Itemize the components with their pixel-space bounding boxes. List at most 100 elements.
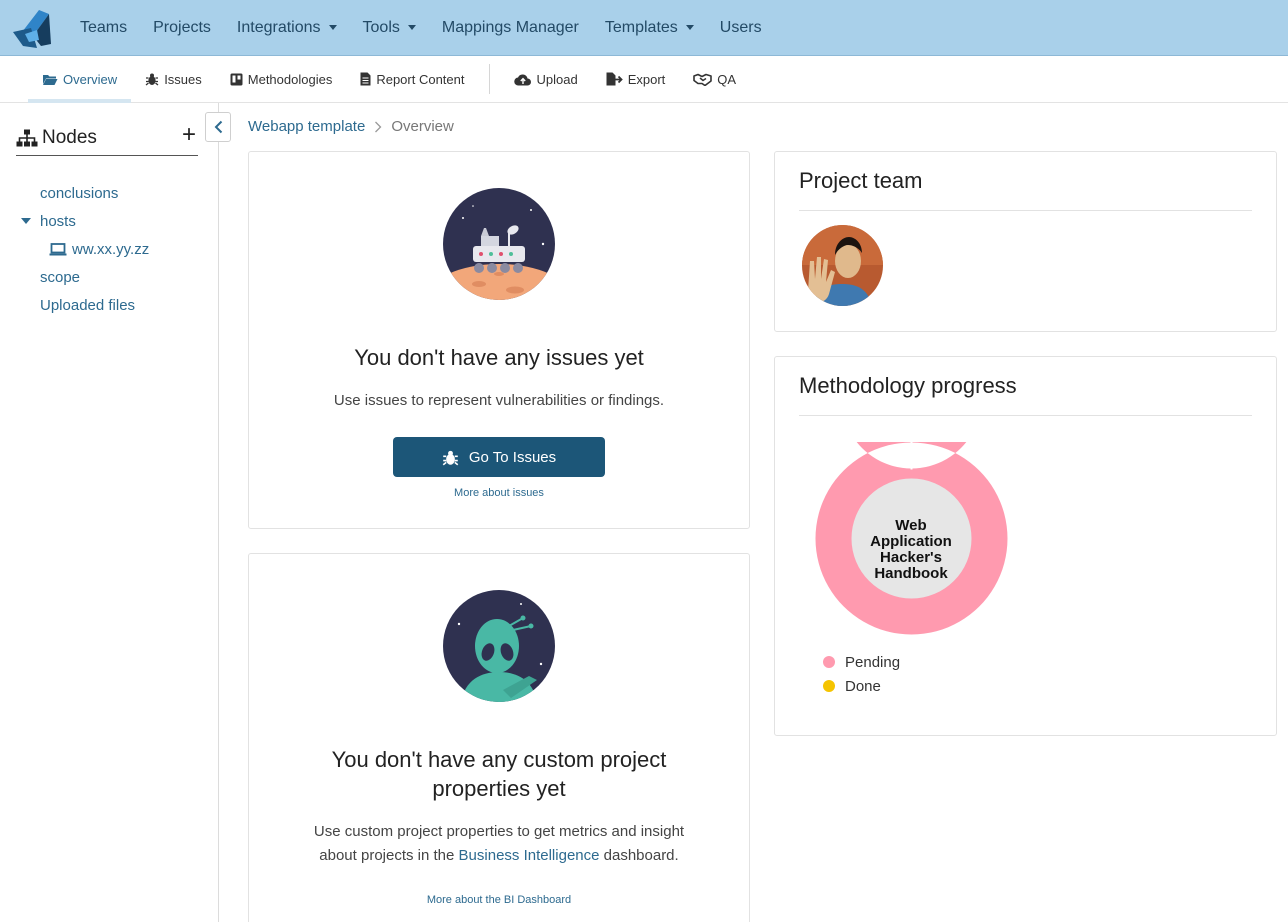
tab-label: Export xyxy=(627,71,666,87)
breadcrumb-project-link[interactable]: Webapp template xyxy=(248,118,365,135)
bug-icon xyxy=(442,450,459,465)
tab-issues[interactable]: Issues xyxy=(131,56,216,103)
folder-open-icon xyxy=(43,74,58,85)
methodology-progress-title: Methodology progress xyxy=(799,373,1252,416)
nodes-sidebar: Nodes + conclusions hosts ww.xx.yy.zz sc… xyxy=(0,103,219,922)
project-subnav: Overview Issues Methodologies Report Con… xyxy=(0,56,1288,103)
nav-templates-dropdown[interactable]: Templates xyxy=(605,19,694,37)
issues-empty-text: Use issues to represent vulnerabilities … xyxy=(333,392,665,409)
bug-icon xyxy=(145,73,159,86)
legend-dot xyxy=(823,680,835,692)
tab-report-content[interactable]: Report Content xyxy=(346,56,478,103)
tab-export[interactable]: Export xyxy=(592,56,680,103)
tab-qa[interactable]: QA xyxy=(679,56,750,103)
tab-label: Methodologies xyxy=(247,71,333,87)
text-fragment: about projects in the xyxy=(319,847,459,864)
rover-illustration xyxy=(443,188,555,300)
center-label-line: Hacker's xyxy=(880,549,942,566)
go-to-issues-button[interactable]: Go To Issues xyxy=(393,437,605,477)
laptop-icon xyxy=(49,242,67,255)
methodology-progress-card: Methodology progress Web Application Hac… xyxy=(774,356,1277,736)
project-team-card: Project team xyxy=(774,151,1277,332)
node-label: ww.xx.yy.zz xyxy=(72,240,150,258)
sitemap-icon xyxy=(16,129,38,147)
tab-label: QA xyxy=(717,71,737,87)
alien-illustration xyxy=(443,590,555,702)
properties-empty-title-line2: properties yet xyxy=(432,776,566,801)
breadcrumb-current: Overview xyxy=(391,118,454,135)
tree-node-uploaded-files[interactable]: Uploaded files xyxy=(0,291,219,319)
nav-label: Tools xyxy=(362,18,400,36)
caret-down-icon xyxy=(685,25,694,30)
breadcrumb: Webapp template Overview xyxy=(248,118,454,135)
chevron-left-icon xyxy=(214,120,222,134)
button-label: Go To Issues xyxy=(468,448,557,466)
tab-methodologies[interactable]: Methodologies xyxy=(216,56,347,103)
add-node-button[interactable]: + xyxy=(182,123,196,147)
nav-users[interactable]: Users xyxy=(720,19,762,37)
export-icon xyxy=(606,72,623,86)
nav-projects[interactable]: Projects xyxy=(153,19,211,37)
chart-legend: Pending Done xyxy=(823,650,900,698)
node-label: conclusions xyxy=(40,184,119,202)
center-label-line: Application xyxy=(870,533,952,550)
project-team-title: Project team xyxy=(799,168,1252,211)
tree-node-hosts[interactable]: hosts xyxy=(0,207,219,235)
more-about-bi-dashboard-link[interactable]: More about the BI Dashboard xyxy=(249,894,749,906)
tree-node-scope[interactable]: scope xyxy=(0,263,219,291)
subnav-divider xyxy=(488,64,490,94)
node-label: hosts xyxy=(40,212,76,230)
tab-label: Overview xyxy=(63,71,118,87)
tree-node-host[interactable]: ww.xx.yy.zz xyxy=(0,235,219,263)
team-member-avatar[interactable] xyxy=(802,225,883,306)
tab-label: Upload xyxy=(536,71,578,87)
custom-properties-empty-card: You don't have any custom project proper… xyxy=(248,553,750,922)
tab-upload[interactable]: Upload xyxy=(500,56,592,103)
more-about-issues-link[interactable]: More about issues xyxy=(249,487,749,499)
nav-label: Integrations xyxy=(236,18,321,36)
board-icon xyxy=(230,73,243,85)
legend-dot xyxy=(823,656,835,668)
node-tree: conclusions hosts ww.xx.yy.zz scope Uplo… xyxy=(0,179,219,319)
tab-label: Issues xyxy=(164,71,202,87)
tab-label: Report Content xyxy=(376,71,465,87)
node-label: Uploaded files xyxy=(40,296,136,314)
properties-empty-text-line2: about projects in the Business Intellige… xyxy=(249,844,749,868)
nav-label: Users xyxy=(719,18,762,36)
node-label: scope xyxy=(40,268,81,286)
app-logo[interactable] xyxy=(0,0,64,56)
handshake-icon xyxy=(693,73,713,86)
properties-empty-text-line1: Use custom project properties to get met… xyxy=(313,823,685,840)
nav-teams[interactable]: Teams xyxy=(80,19,127,37)
chevron-right-icon xyxy=(374,121,382,133)
business-intelligence-link[interactable]: Business Intelligence xyxy=(459,847,600,864)
nav-label: Mappings Manager xyxy=(441,18,579,36)
nav-label: Projects xyxy=(153,18,211,36)
nav-integrations-dropdown[interactable]: Integrations xyxy=(237,19,337,37)
nav-tools-dropdown[interactable]: Tools xyxy=(363,19,416,37)
center-label-line: Handbook xyxy=(874,565,948,582)
collapse-sidebar-button[interactable] xyxy=(205,112,231,142)
donut-center-label: Web Application Hacker's Handbook xyxy=(849,518,973,582)
properties-empty-title-line1: You don't have any custom project xyxy=(331,747,667,772)
nav-mappings-manager[interactable]: Mappings Manager xyxy=(442,19,579,37)
caret-down-icon xyxy=(407,25,416,30)
legend-item-pending[interactable]: Pending xyxy=(823,650,900,674)
legend-item-done[interactable]: Done xyxy=(823,674,900,698)
cloud-upload-icon xyxy=(513,73,531,86)
nav-label: Templates xyxy=(604,18,678,36)
issues-empty-title: You don't have any issues yet xyxy=(354,345,644,370)
caret-down-icon[interactable] xyxy=(21,218,31,224)
nodes-title: Nodes xyxy=(42,127,97,148)
text-fragment: dashboard. xyxy=(599,847,679,864)
center-label-line: Web xyxy=(895,517,927,534)
tree-node-conclusions[interactable]: conclusions xyxy=(0,179,219,207)
top-navbar: Teams Projects Integrations Tools Mappin… xyxy=(0,0,1288,56)
legend-label: Done xyxy=(845,677,881,695)
caret-down-icon xyxy=(328,25,337,30)
legend-label: Pending xyxy=(845,653,901,671)
issues-empty-card: You don't have any issues yet Use issues… xyxy=(248,151,750,529)
document-icon xyxy=(360,72,371,86)
nodes-header: Nodes + xyxy=(16,121,198,156)
tab-overview[interactable]: Overview xyxy=(28,56,132,103)
